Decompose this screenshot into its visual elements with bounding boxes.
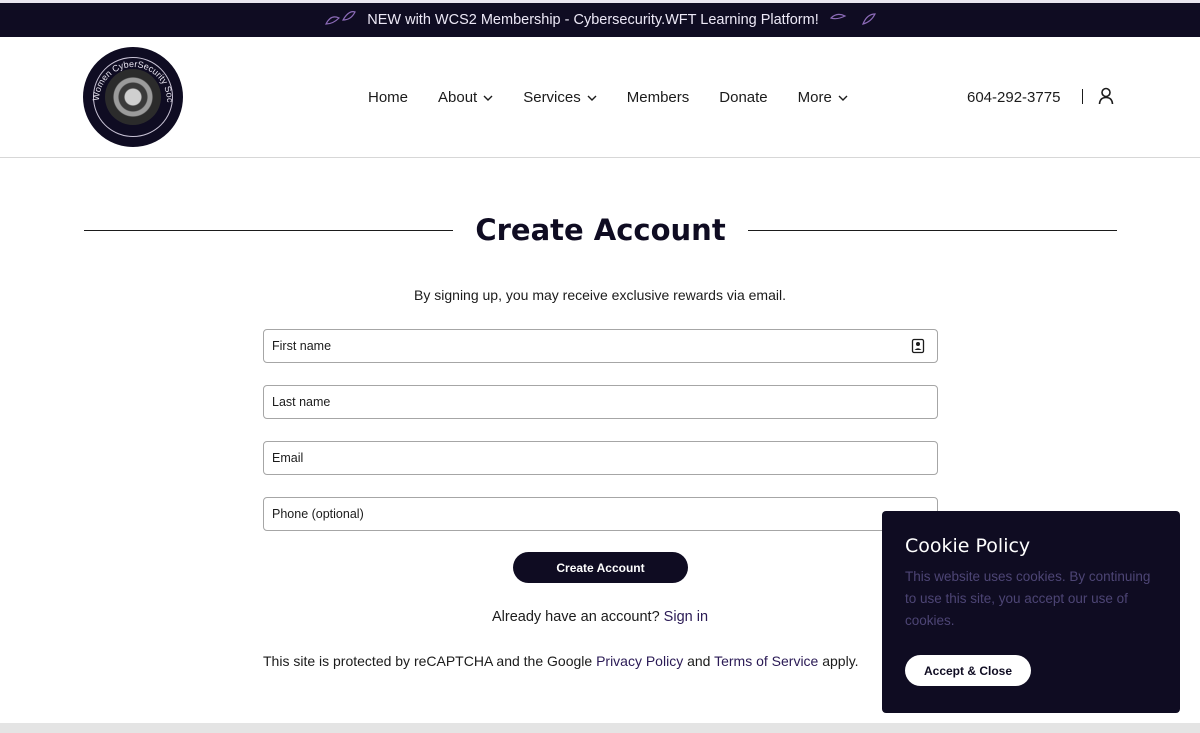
title-divider-left xyxy=(84,229,454,231)
user-icon[interactable] xyxy=(1097,87,1115,105)
recaptcha-prefix: This site is protected by reCAPTCHA and … xyxy=(263,653,593,669)
nav-donate[interactable]: Donate xyxy=(719,89,767,106)
first-name-field[interactable]: First name xyxy=(263,329,938,363)
terms-of-service-link[interactable]: Terms of Service xyxy=(714,653,818,669)
nav-about-label: About xyxy=(438,89,478,106)
last-name-label: Last name xyxy=(272,395,331,409)
site-logo[interactable]: Women CyberSecurity Society xyxy=(83,47,183,147)
site-header: Women CyberSecurity Society Home About S… xyxy=(0,37,1200,158)
header-divider xyxy=(1082,89,1083,104)
create-account-button[interactable]: Create Account xyxy=(513,552,688,583)
email-label: Email xyxy=(272,451,304,465)
signin-link[interactable]: Sign in xyxy=(664,609,708,625)
first-name-label: First name xyxy=(272,339,332,353)
page-title: Create Account xyxy=(475,213,726,247)
logo-text: Women CyberSecurity Society xyxy=(85,49,175,103)
nav-more-label: More xyxy=(797,89,832,106)
accept-close-button[interactable]: Accept & Close xyxy=(905,655,1031,686)
recaptcha-notice: This site is protected by reCAPTCHA and … xyxy=(263,653,859,669)
chevron-down-icon xyxy=(587,95,597,101)
signup-subtitle: By signing up, you may receive exclusive… xyxy=(414,287,786,303)
banner-text: NEW with WCS2 Membership - Cybersecurity… xyxy=(367,12,819,28)
privacy-policy-link[interactable]: Privacy Policy xyxy=(596,653,683,669)
nav-more[interactable]: More xyxy=(798,89,848,106)
nav-about[interactable]: About xyxy=(438,89,493,106)
phone-label: Phone (optional) xyxy=(272,507,364,521)
svg-text:Women CyberSecurity Society: Women CyberSecurity Society xyxy=(85,49,175,103)
leaf-icon xyxy=(323,10,357,31)
main-nav: Home About Services Members Donate More xyxy=(368,89,878,106)
last-name-field[interactable]: Last name xyxy=(263,385,938,419)
logo-wordmark: Women CyberSecurity Society xyxy=(85,49,175,103)
leaf-icon xyxy=(829,10,877,31)
nav-home[interactable]: Home xyxy=(368,89,408,106)
footer-strip xyxy=(0,723,1200,733)
cookie-title: Cookie Policy xyxy=(905,535,1031,557)
recaptcha-suffix: apply. xyxy=(822,653,859,669)
signin-prompt: Already have an account? xyxy=(491,609,660,625)
chevron-down-icon xyxy=(838,95,848,101)
phone-link[interactable]: 604-292-3775 xyxy=(967,89,1060,106)
nav-services-label: Services xyxy=(523,89,581,106)
nav-home-label: Home xyxy=(368,89,409,106)
contact-card-icon[interactable] xyxy=(911,338,925,354)
cookie-text: This website uses cookies. By continuing… xyxy=(905,569,1151,628)
nav-donate-label: Donate xyxy=(719,89,768,106)
nav-members[interactable]: Members xyxy=(627,89,690,106)
nav-members-label: Members xyxy=(626,89,690,106)
cookie-policy-dialog: Cookie Policy This website uses cookies.… xyxy=(882,511,1180,713)
phone-field[interactable]: Phone (optional) xyxy=(263,497,938,531)
page-title-row: Create Account xyxy=(84,210,1118,250)
nav-services[interactable]: Services xyxy=(523,89,597,106)
chevron-down-icon xyxy=(483,95,493,101)
title-divider-right xyxy=(747,229,1118,231)
announcement-banner[interactable]: NEW with WCS2 Membership - Cybersecurity… xyxy=(0,0,1200,37)
email-field[interactable]: Email xyxy=(263,441,938,475)
recaptcha-and: and xyxy=(687,653,711,669)
